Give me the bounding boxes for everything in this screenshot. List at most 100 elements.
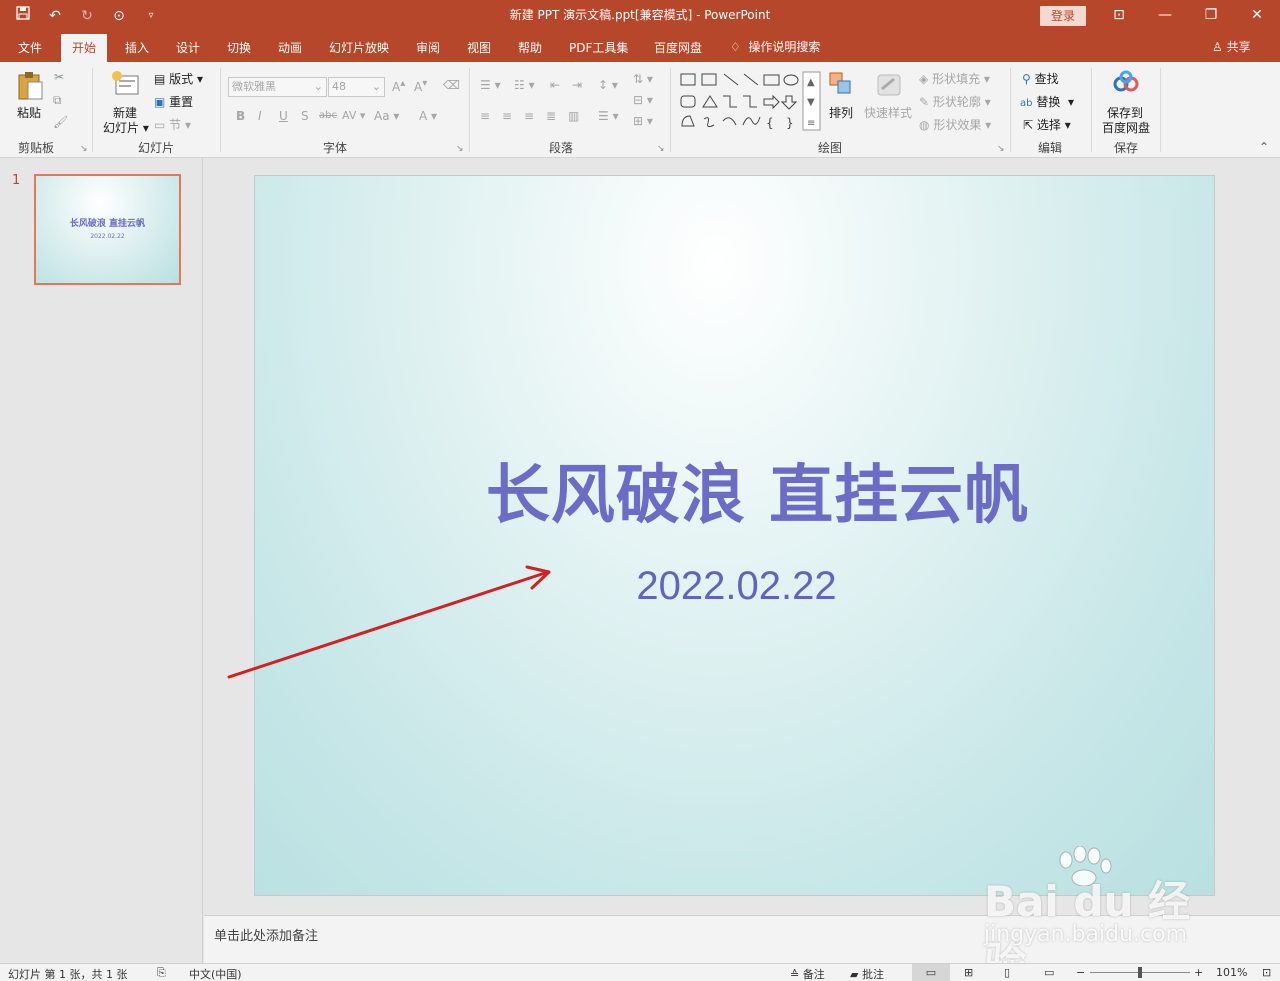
align-left-icon[interactable]: ≡: [480, 109, 490, 123]
font-color-icon[interactable]: A ▾: [419, 109, 437, 123]
restore-icon[interactable]: ❐: [1188, 0, 1234, 32]
tab-baidu-netdisk[interactable]: 百度网盘: [652, 34, 704, 62]
zoom-level[interactable]: 101%: [1216, 966, 1247, 979]
underline-icon[interactable]: U: [279, 109, 288, 123]
tab-design[interactable]: 设计: [174, 34, 202, 62]
tab-insert[interactable]: 插入: [123, 34, 151, 62]
font-launcher-icon[interactable]: ↘: [456, 144, 464, 154]
tell-me-search[interactable]: ♢ 操作说明搜索: [730, 32, 820, 62]
tab-slideshow[interactable]: 幻灯片放映: [327, 34, 391, 62]
italic-icon[interactable]: I: [258, 109, 262, 123]
slide-canvas[interactable]: 长风破浪 直挂云帆 2022.02.22: [254, 175, 1215, 896]
notes-icon: ≙: [790, 968, 800, 981]
arrange-text: 排列: [829, 106, 854, 120]
tab-help[interactable]: 帮助: [516, 34, 544, 62]
new-slide-label-2[interactable]: 幻灯片 ▾: [103, 119, 149, 136]
change-case-icon[interactable]: Aa ▾: [374, 109, 399, 123]
line-spacing-icon[interactable]: ↕ ▾: [598, 78, 618, 92]
align-center-icon[interactable]: ≡: [502, 109, 512, 123]
smartart-icon[interactable]: ⊞ ▾: [633, 114, 653, 128]
reset-button[interactable]: ▣ 重置: [154, 93, 193, 110]
arrange-label[interactable]: 排列: [829, 104, 853, 121]
distribute-icon[interactable]: ▥: [568, 109, 579, 123]
notes-toggle[interactable]: ≙ 备注: [790, 966, 825, 981]
tab-view[interactable]: 视图: [465, 34, 493, 62]
shape-fill-button[interactable]: ◈ 形状填充 ▾: [919, 70, 990, 87]
copy-icon[interactable]: ⧉: [53, 93, 62, 108]
select-button[interactable]: ⇱ 选择 ▾: [1023, 116, 1071, 133]
clipboard-launcher-icon[interactable]: ↘: [80, 144, 88, 154]
decrease-font-icon[interactable]: A▾: [414, 78, 427, 94]
baidu-netdisk-icon[interactable]: [1112, 70, 1140, 99]
font-name-combo[interactable]: 微软雅黑 ⌄: [228, 77, 327, 97]
increase-font-icon[interactable]: A▴: [392, 78, 405, 94]
title-bar: 新建 PPT 演示文稿.ppt[兼容模式] - PowerPoint ↶ ↻ ⊙…: [0, 0, 1280, 32]
decrease-indent-icon[interactable]: ⇤: [550, 78, 560, 92]
slide-title[interactable]: 长风破浪 直挂云帆: [255, 444, 1214, 536]
slide-thumbnail[interactable]: 长风破浪 直挂云帆 2022.02.22: [34, 174, 181, 285]
slideshow-icon[interactable]: ▭: [1044, 966, 1054, 979]
font-size-combo[interactable]: 48 ⌄: [328, 77, 385, 97]
save-icon[interactable]: [12, 5, 34, 27]
language[interactable]: 中文(中国): [189, 966, 242, 981]
reading-view-icon[interactable]: ▯: [1004, 966, 1010, 979]
zoom-out-icon[interactable]: −: [1076, 966, 1085, 979]
zoom-slider-thumb[interactable]: [1138, 967, 1142, 978]
find-button[interactable]: ⚲ 查找: [1022, 70, 1059, 87]
text-direction-icon[interactable]: ⇅ ▾: [633, 72, 653, 86]
zoom-in-icon[interactable]: +: [1194, 966, 1203, 979]
shadow-icon[interactable]: S: [301, 109, 309, 123]
notes-placeholder[interactable]: 单击此处添加备注: [214, 925, 318, 944]
slide-sorter-icon[interactable]: ⊞: [964, 966, 973, 979]
bold-icon[interactable]: B: [236, 109, 245, 123]
replace-button[interactable]: ab 替换 ▾: [1020, 93, 1074, 110]
section-button[interactable]: ▭ 节 ▾: [154, 116, 191, 133]
justify-icon[interactable]: ≣: [546, 109, 556, 123]
cursor-icon: ⇱: [1023, 118, 1034, 132]
clear-format-icon[interactable]: ⌫: [443, 78, 460, 92]
tab-review[interactable]: 审阅: [414, 34, 442, 62]
quick-styles-icon[interactable]: [874, 71, 904, 102]
normal-view-icon[interactable]: ▭: [912, 964, 950, 981]
strikethrough-icon[interactable]: abc: [319, 110, 337, 121]
present-icon[interactable]: ⊙: [108, 5, 130, 27]
tab-file[interactable]: 文件: [16, 34, 44, 62]
pen-icon: ✎: [919, 95, 930, 109]
tab-home[interactable]: 开始: [61, 34, 108, 62]
new-slide-button[interactable]: [110, 70, 140, 101]
close-icon[interactable]: ✕: [1234, 0, 1280, 32]
shape-effects-button[interactable]: ◍ 形状效果 ▾: [919, 116, 991, 133]
cut-icon[interactable]: ✂: [54, 70, 64, 84]
minimize-icon[interactable]: —: [1142, 0, 1188, 32]
fit-to-window-icon[interactable]: ⊡: [1262, 966, 1271, 979]
undo-icon[interactable]: ↶: [44, 5, 66, 27]
customize-qat-icon[interactable]: ▿: [140, 5, 162, 27]
ribbon-display-icon[interactable]: ⊡: [1096, 0, 1142, 32]
slide-subtitle[interactable]: 2022.02.22: [255, 564, 1214, 609]
group-label-save: 保存: [1114, 141, 1139, 155]
bullets-icon[interactable]: ☰ ▾: [480, 78, 501, 92]
align-text-icon[interactable]: ⊟ ▾: [633, 93, 653, 107]
spellcheck-icon[interactable]: ⎘: [157, 966, 166, 980]
paste-button[interactable]: [16, 70, 44, 105]
increase-indent-icon[interactable]: ⇥: [572, 78, 582, 92]
tab-pdf-tools[interactable]: PDF工具集: [567, 34, 630, 62]
numbering-icon[interactable]: ☷ ▾: [514, 78, 535, 92]
comments-toggle[interactable]: ▰ 批注: [850, 966, 884, 981]
paragraph-launcher-icon[interactable]: ↘: [657, 144, 665, 154]
columns-icon[interactable]: ☰ ▾: [598, 109, 619, 123]
redo-icon[interactable]: ↻: [76, 5, 98, 27]
login-button[interactable]: 登录: [1040, 6, 1086, 26]
format-painter-icon[interactable]: 🖌: [53, 115, 68, 129]
shapes-gallery[interactable]: {} ▲ ▼ ≡: [680, 71, 822, 134]
collapse-ribbon-icon[interactable]: ⌃: [1259, 140, 1269, 154]
shape-outline-button[interactable]: ✎ 形状轮廓 ▾: [919, 93, 991, 110]
align-right-icon[interactable]: ≡: [524, 109, 534, 123]
tab-animations[interactable]: 动画: [276, 34, 304, 62]
layout-button[interactable]: ▤ 版式 ▾: [154, 70, 203, 87]
drawing-launcher-icon[interactable]: ↘: [997, 144, 1005, 154]
char-spacing-icon[interactable]: AV ▾: [342, 109, 365, 122]
share-button[interactable]: ♙ 共享: [1212, 32, 1251, 62]
arrange-icon[interactable]: [828, 71, 854, 100]
tab-transitions[interactable]: 切换: [225, 34, 253, 62]
